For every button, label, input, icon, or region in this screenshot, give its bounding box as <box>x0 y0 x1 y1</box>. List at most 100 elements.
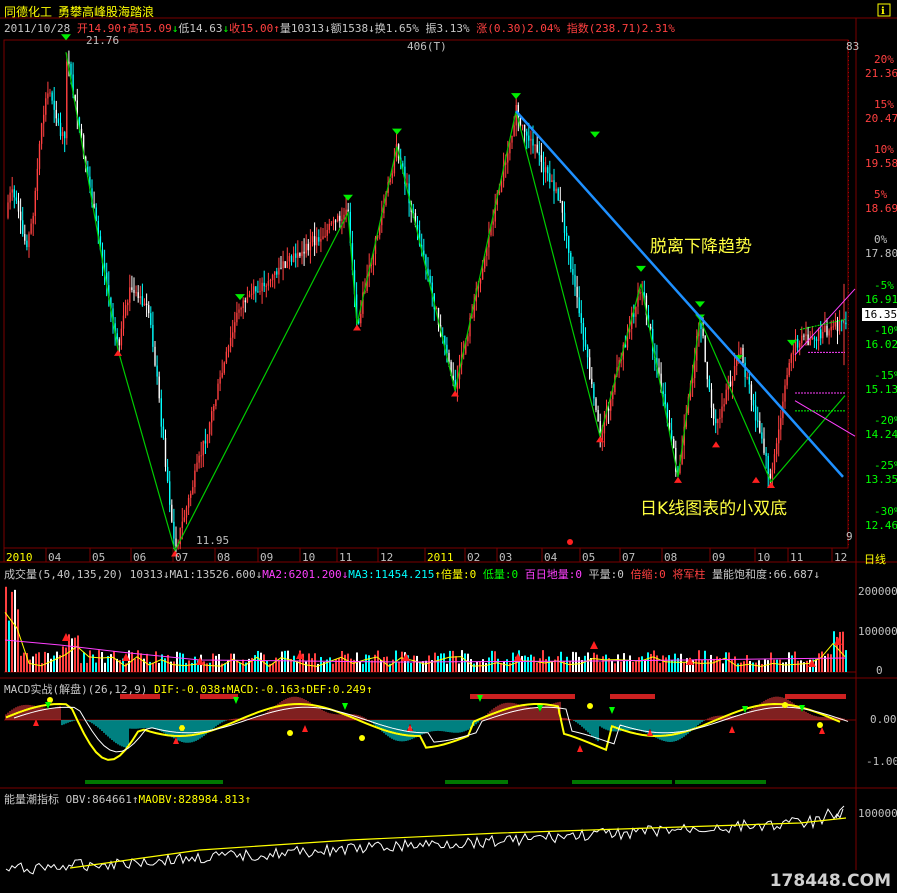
axis-dot <box>848 480 849 481</box>
axis-dot <box>848 268 849 269</box>
candle-body <box>767 456 769 474</box>
high-marker <box>343 194 353 201</box>
candle-body <box>830 326 832 331</box>
volume-bar <box>317 663 319 672</box>
volume-bar <box>773 659 775 672</box>
axis-dot <box>848 192 849 193</box>
candle-body <box>274 271 276 275</box>
axis-dot <box>848 248 849 249</box>
volume-bar <box>536 662 538 672</box>
chart-canvas <box>0 17 897 875</box>
volume-bar <box>665 657 667 672</box>
candle-body <box>534 144 536 146</box>
axis-dot <box>848 56 849 57</box>
volume-bar <box>281 651 283 672</box>
candle-body <box>148 305 150 314</box>
volume-bar <box>512 652 514 672</box>
current-price-tag: 16.35 <box>862 308 897 321</box>
volume-bar <box>131 652 133 672</box>
macd-axis-1: -1.00 <box>866 755 897 768</box>
volume-bar <box>728 652 730 672</box>
candle-body <box>290 256 293 263</box>
candle-body <box>223 362 225 373</box>
volume-bar <box>602 656 604 672</box>
axis-dot <box>848 156 849 157</box>
high-marker <box>636 265 646 272</box>
change-label: 涨 <box>476 22 488 35</box>
macd-up-arrow <box>577 745 583 752</box>
candle-body <box>36 168 39 191</box>
volume-bar <box>641 656 643 672</box>
axis-dot <box>848 276 849 277</box>
volume-bar <box>614 663 616 672</box>
candle-body <box>61 132 64 137</box>
candle-body <box>402 163 404 167</box>
pct-tick: 15% <box>874 97 894 111</box>
axis-dot <box>848 468 849 469</box>
candle-body <box>729 381 732 386</box>
price-tick: 20.47 <box>865 111 897 125</box>
candle-body <box>47 93 49 99</box>
candle-body <box>70 63 72 75</box>
candle-body <box>326 229 328 236</box>
candle-body <box>761 432 763 439</box>
vol-axis-1: 200000 <box>858 585 897 598</box>
volume-bar <box>140 653 142 672</box>
volume-bar <box>503 660 505 672</box>
peak-price-label: 21.76 <box>86 34 120 47</box>
candle-body <box>511 135 513 143</box>
volume-bar <box>557 656 559 672</box>
period-label[interactable]: 日线 <box>864 551 886 567</box>
high-marker <box>590 131 600 138</box>
macd-dif-line <box>5 703 841 761</box>
volume-bar <box>101 652 103 672</box>
axis-dot <box>848 180 849 181</box>
volume-bar <box>260 652 262 672</box>
volume-bar <box>806 660 808 672</box>
candle-body <box>213 405 215 412</box>
volume-bar <box>701 659 703 672</box>
axis-dot <box>848 224 849 225</box>
volume-bar <box>158 662 160 672</box>
volume-bar <box>539 658 541 672</box>
macd-signal-band <box>85 780 223 784</box>
axis-dot <box>848 200 849 201</box>
macd-up-arrow <box>302 725 308 732</box>
axis-dot <box>848 128 849 129</box>
candle-body <box>547 167 549 174</box>
volume-bar <box>455 656 457 672</box>
candle-body <box>169 481 171 505</box>
candle-body <box>303 251 305 254</box>
bar-count: 406(T) <box>407 40 447 53</box>
volume-bar <box>476 661 478 672</box>
volume-bar <box>344 654 346 672</box>
low-label: 低 <box>178 22 190 35</box>
menu-icon[interactable]: ℹ <box>877 3 891 17</box>
candle-body <box>582 322 585 340</box>
pct-tick: -10% <box>874 323 897 337</box>
candle-body <box>295 253 297 258</box>
candle-body <box>292 253 295 263</box>
volume-header: 成交量(5,40,135,20) 10313↓MA1:13526.600↓MA2… <box>4 568 820 581</box>
volume-bar <box>833 631 835 672</box>
volume-bar <box>653 650 655 672</box>
price-panel-frame <box>3 39 849 549</box>
volume-bar <box>23 652 25 672</box>
candle-body <box>673 438 675 448</box>
volume-bar <box>149 661 151 672</box>
volume-bar <box>533 656 535 672</box>
candle-body <box>820 329 822 339</box>
volume-bar <box>662 655 664 672</box>
close-label: 收 <box>229 22 241 35</box>
candle-body <box>244 300 246 303</box>
pct-tick: -15% <box>874 368 897 382</box>
candle-body <box>706 361 708 380</box>
candle-body <box>139 296 141 299</box>
candle-body <box>809 339 811 346</box>
axis-dot <box>848 380 849 381</box>
candle-body <box>773 454 776 470</box>
axis-dot <box>848 272 849 273</box>
candle-body <box>55 109 57 119</box>
candle-body <box>7 202 9 218</box>
candle-body <box>17 200 20 212</box>
